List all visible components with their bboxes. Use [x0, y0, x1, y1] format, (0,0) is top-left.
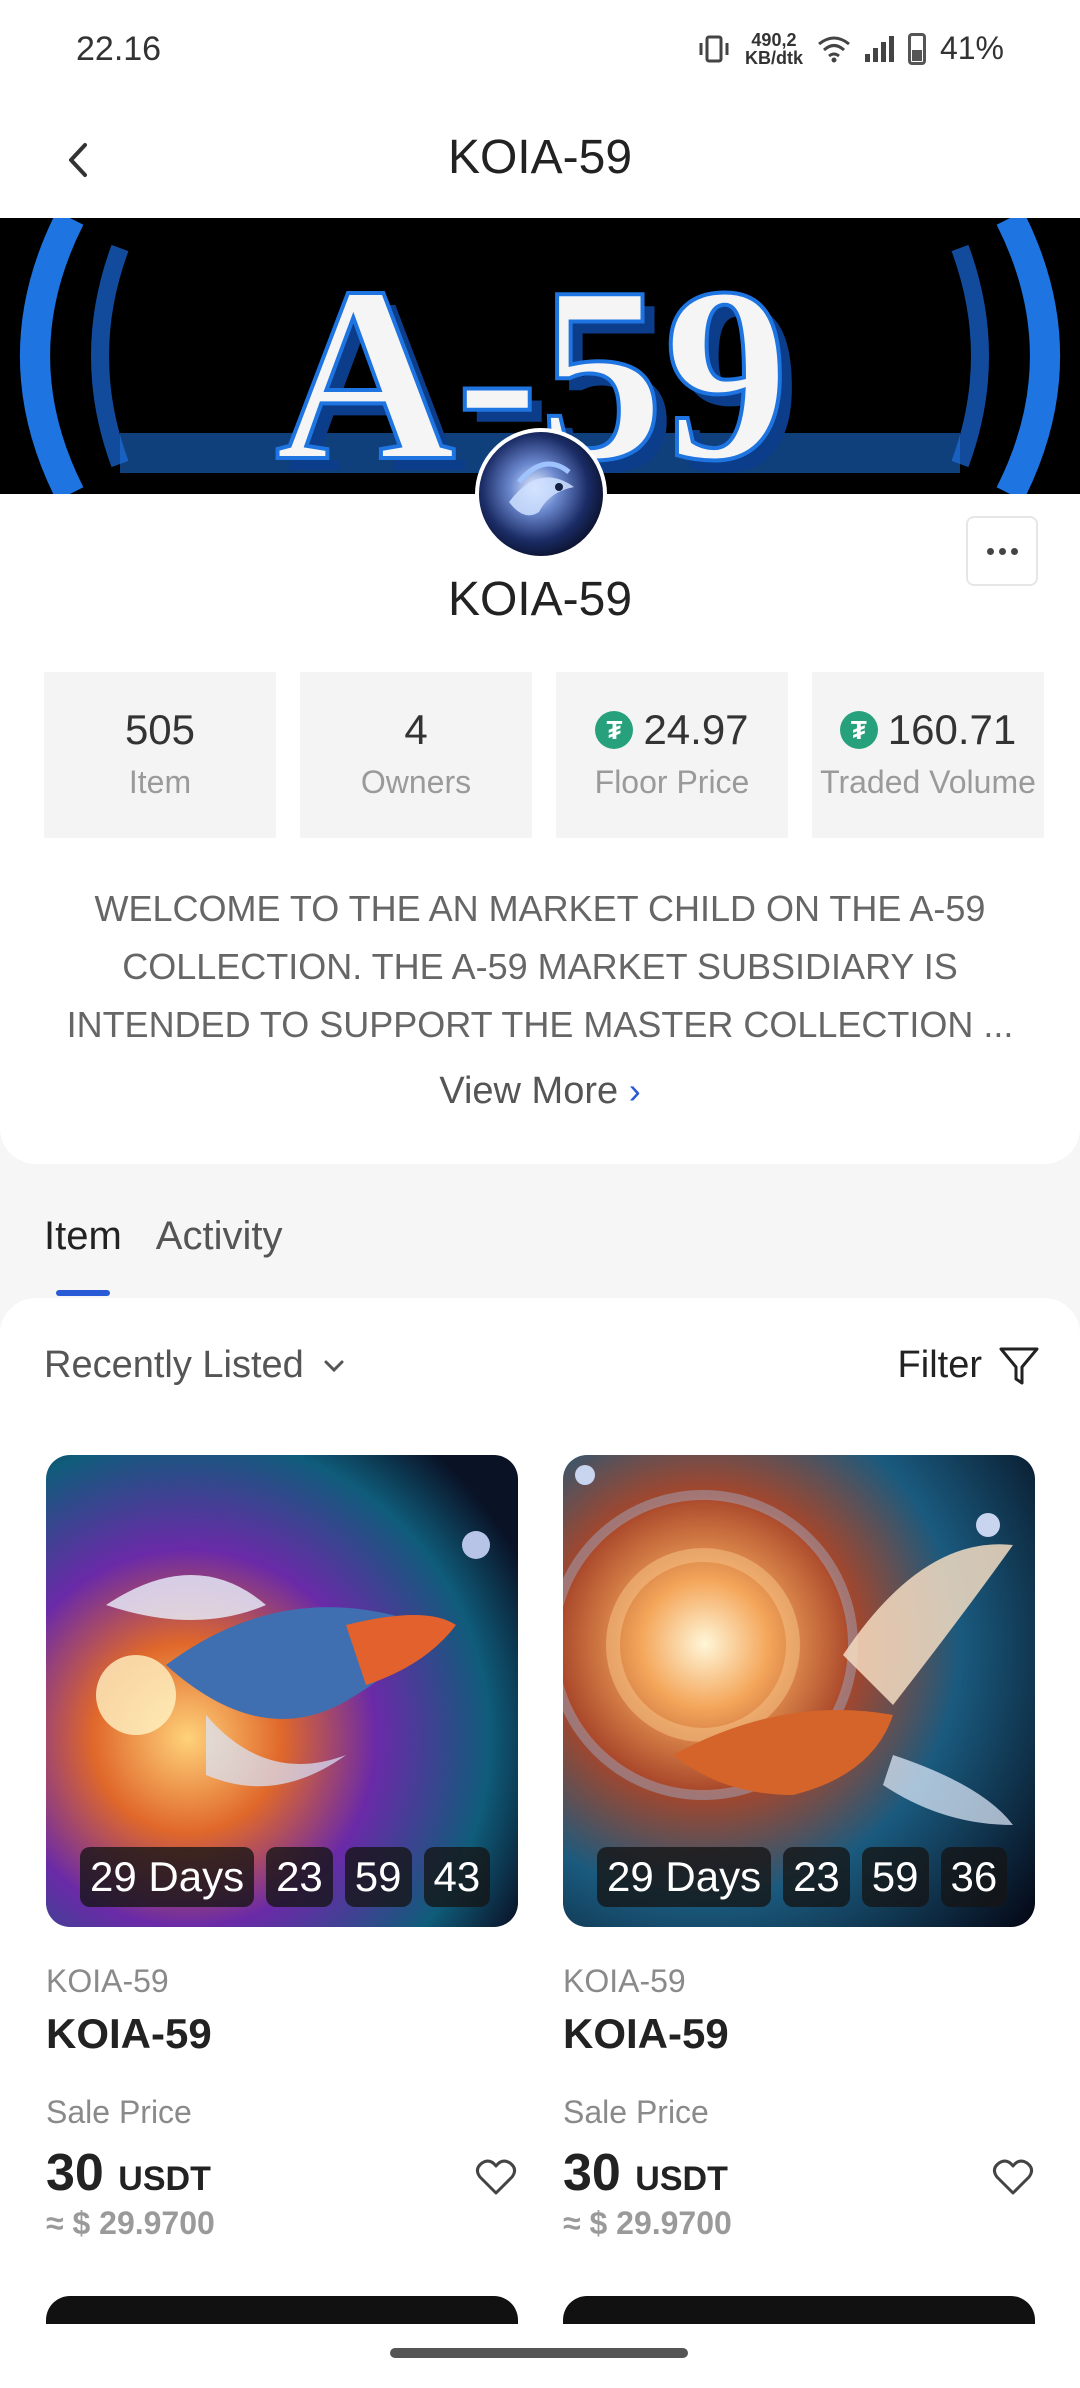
home-indicator[interactable] [390, 2348, 688, 2358]
usdt-icon: ₮ [595, 711, 634, 749]
timer-days: 29 Days [597, 1847, 772, 1907]
stat-label: Item [128, 764, 192, 800]
nft-image[interactable]: 29 Days 23 59 43 [46, 1455, 518, 1927]
sale-price-label: Sale Price [563, 2094, 709, 2130]
view-more-label: View More [439, 1070, 619, 1112]
wifi-icon [818, 36, 850, 62]
nft-card[interactable]: 29 Days 23 59 43 KOIA-59 KOIA-59 Sale Pr… [46, 1455, 518, 2242]
nft-price: 30 USDT [46, 2143, 518, 2203]
status-icons: 490,2 KB/dtk 41% [697, 30, 1004, 67]
price-currency: USDT [635, 2160, 728, 2198]
nft-card-partial[interactable] [46, 2296, 518, 2324]
collection-name: KOIA-59 [447, 573, 633, 626]
sale-price-label: Sale Price [46, 2094, 192, 2130]
battery-icon [907, 32, 926, 65]
chevron-right-icon: › [628, 1070, 641, 1111]
stat-value: 24.97 [643, 706, 749, 753]
tab-activity[interactable]: Activity [156, 1214, 283, 1259]
stat-traded-volume: ₮ 160.71 Traded Volume [812, 672, 1044, 838]
stat-value: 505 [124, 706, 196, 753]
price-currency: USDT [118, 2160, 211, 2198]
price-usd: ≈ $ 29.9700 [46, 2205, 215, 2241]
filter-button[interactable]: Filter [898, 1344, 1040, 1387]
collection-avatar [475, 428, 607, 560]
status-time: 22.16 [76, 30, 162, 68]
more-horizontal-icon [986, 547, 994, 555]
filter-label: Filter [897, 1344, 982, 1386]
nft-collection: KOIA-59 [563, 1963, 686, 1999]
countdown-timer: 29 Days 23 59 43 [80, 1847, 491, 1907]
page-title: KOIA-59 [447, 131, 633, 184]
nft-card[interactable]: 29 Days 23 59 36 KOIA-59 KOIA-59 Sale Pr… [563, 1455, 1035, 2242]
filter-icon [999, 1347, 1039, 1384]
nft-name: KOIA-59 [46, 2010, 212, 2057]
heart-icon[interactable] [474, 2155, 518, 2199]
sort-label: Recently Listed [44, 1344, 304, 1386]
nft-image[interactable]: 29 Days 23 59 36 [563, 1455, 1035, 1927]
nft-card-partial[interactable] [563, 2296, 1035, 2324]
tab-item[interactable]: Item [44, 1214, 122, 1296]
timer-seconds: 43 [423, 1847, 491, 1907]
heart-icon[interactable] [991, 2155, 1035, 2199]
timer-hours: 23 [783, 1847, 850, 1907]
countdown-timer: 29 Days 23 59 36 [597, 1847, 1008, 1907]
price-usd: ≈ $ 29.9700 [563, 2205, 732, 2241]
signal-icon [864, 35, 894, 62]
vibrate-icon [699, 35, 729, 62]
stat-owners: 4 Owners [300, 672, 532, 838]
chevron-down-icon [324, 1360, 344, 1372]
stat-floor-price: ₮ 24.97 Floor Price [556, 672, 788, 838]
status-bar: 22.16 490,2 KB/dtk 41% [0, 0, 1080, 100]
stat-label: Owners [360, 764, 472, 800]
net-speed-value: 490,2 [751, 29, 797, 50]
nft-price: 30 USDT [563, 2143, 1035, 2203]
collection-stats: 505 Item 4 Owners ₮ 24.97 Floor Price ₮ 16… [44, 672, 1044, 838]
collection-description: WELCOME TO THE AN MARKET CHILD ON THE A-… [66, 888, 1014, 1045]
nft-name: KOIA-59 [563, 2010, 729, 2057]
timer-minutes: 59 [861, 1847, 929, 1907]
timer-days: 29 Days [80, 1847, 255, 1907]
timer-hours: 23 [266, 1847, 333, 1907]
price-value: 30 [46, 2144, 104, 2202]
tab-bar: Item Activity [44, 1214, 283, 1296]
stat-label: Traded Volume [820, 764, 1036, 800]
timer-minutes: 59 [344, 1847, 412, 1907]
net-speed: 490,2 KB/dtk [745, 31, 803, 67]
stat-value: 4 [404, 706, 428, 753]
stat-label: Floor Price [594, 764, 750, 800]
view-more-link[interactable]: View More › [0, 1070, 1080, 1113]
price-value: 30 [563, 2144, 621, 2202]
battery-level: 41% [939, 30, 1004, 66]
fish-avatar-icon [509, 461, 574, 516]
net-speed-unit: KB/dtk [744, 47, 803, 68]
timer-seconds: 36 [940, 1847, 1008, 1907]
top-bar: KOIA-59 [0, 100, 1080, 220]
stat-value: 160.71 [887, 706, 1017, 753]
stat-items: 505 Item [44, 672, 276, 838]
nft-collection: KOIA-59 [46, 1963, 169, 1999]
usdt-icon: ₮ [839, 711, 878, 749]
sort-dropdown[interactable]: Recently Listed [44, 1344, 346, 1387]
